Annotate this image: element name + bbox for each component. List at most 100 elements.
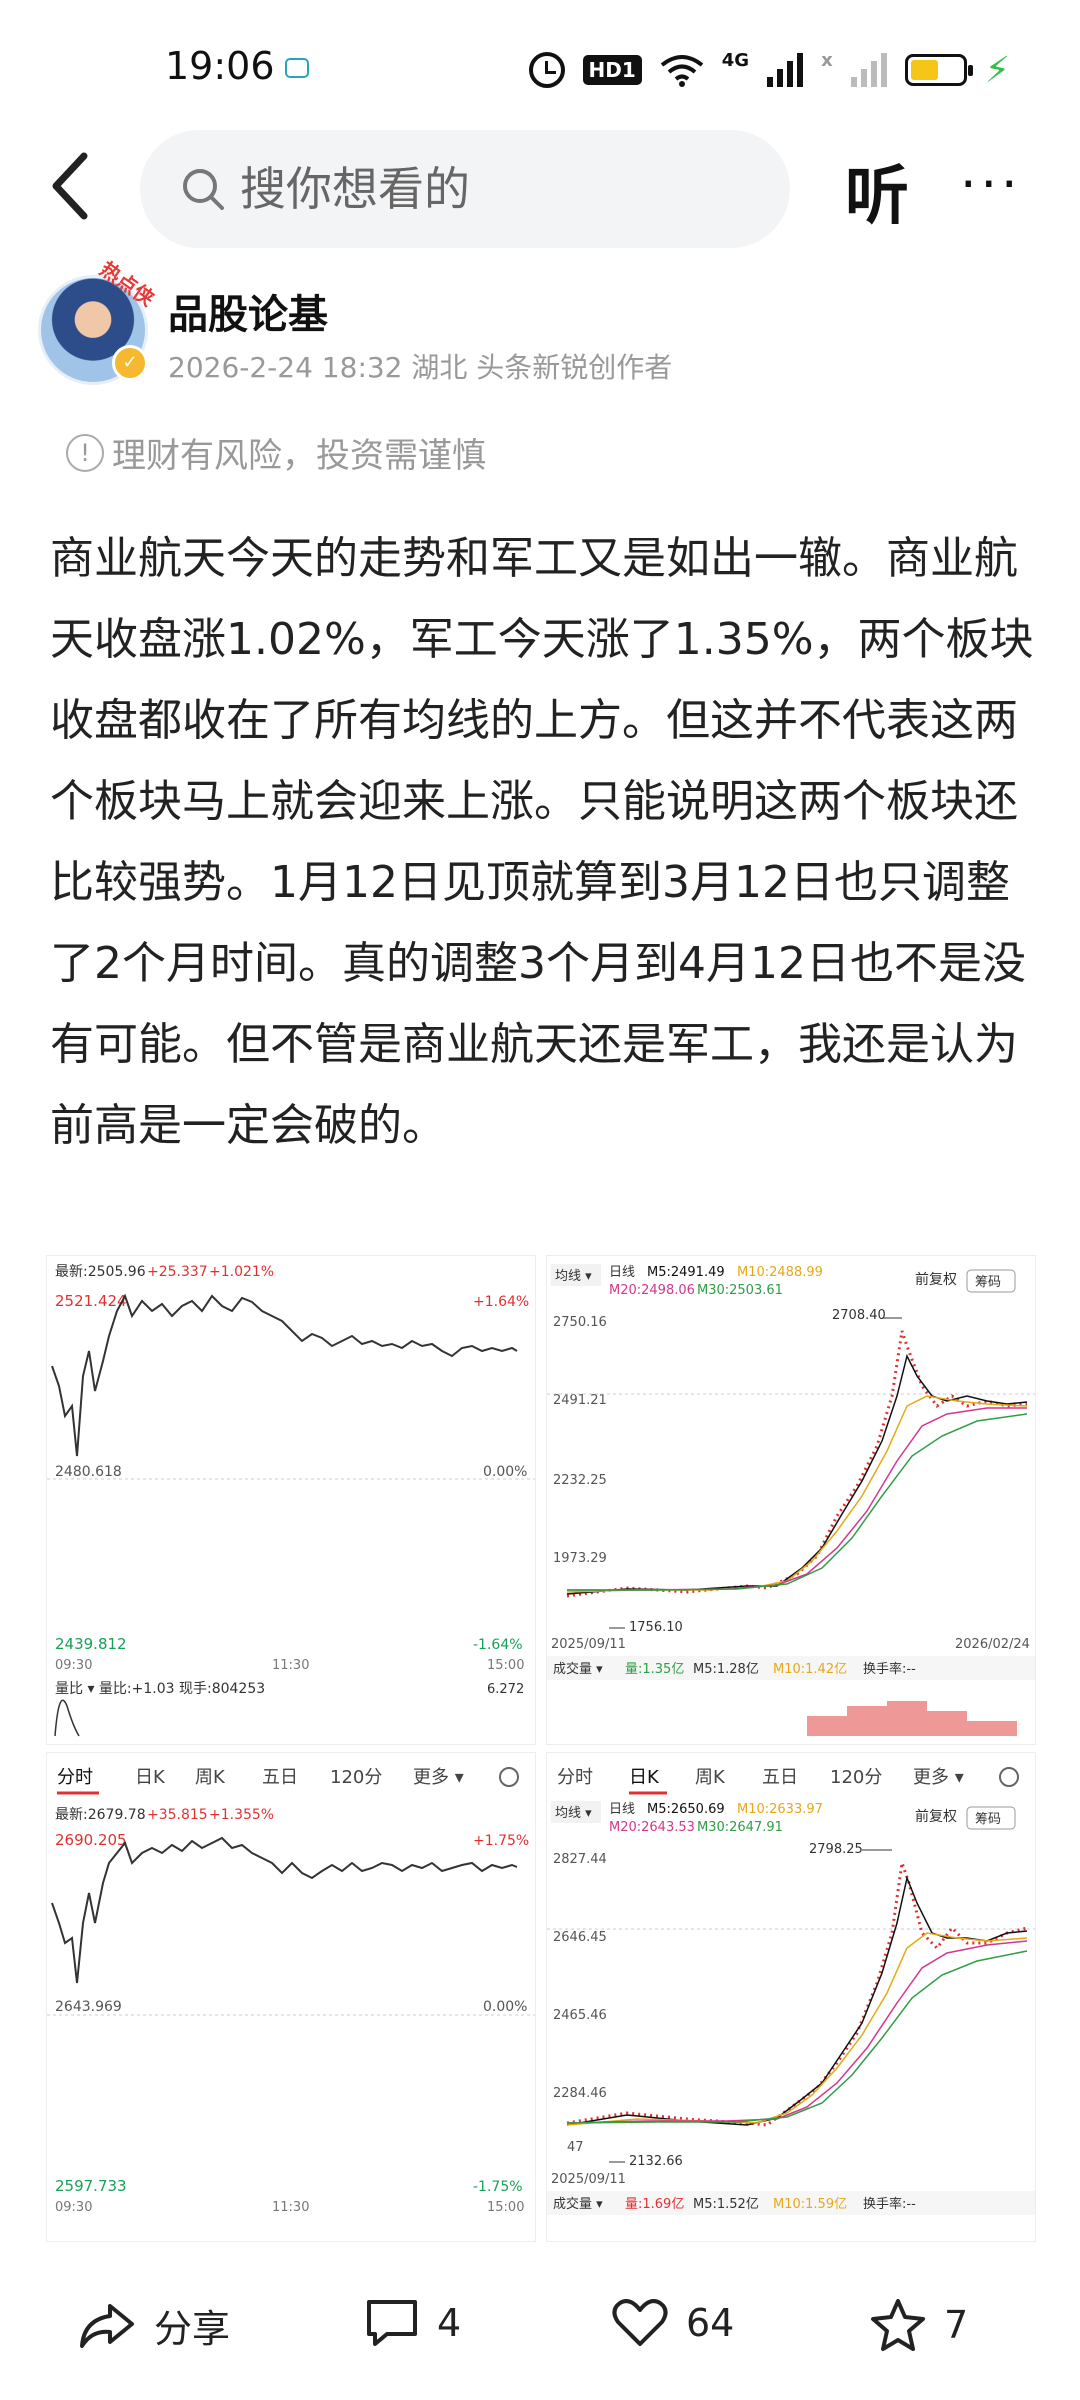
img2-m30: M30:2503.61 (697, 1283, 783, 1298)
action-bar: 分享 4 64 7 (0, 2270, 1080, 2390)
img2-m10: M10:2488.99 (737, 1265, 823, 1280)
back-button[interactable] (44, 150, 104, 222)
img4-y4: 2284.46 (553, 2086, 607, 2101)
img4-vol: 量:1.69亿 (625, 2197, 684, 2212)
verified-badge-icon: ✓ (112, 345, 148, 381)
img2-y2: 2491.21 (553, 1393, 607, 1408)
img2-chip: 筹码 (975, 1274, 1001, 1290)
img3-time-end: 15:00 (487, 2200, 524, 2215)
img4-m5: M5:2650.69 (647, 1802, 725, 1817)
charging-icon: ⚡ (984, 49, 1010, 91)
like-button[interactable]: 64 (612, 2298, 734, 2348)
img3-mid-pct: 0.00% (483, 1999, 527, 2015)
search-bar[interactable] (140, 130, 790, 248)
img1-change: +25.337 (147, 1264, 208, 1280)
more-options-button[interactable]: ··· (960, 159, 1022, 211)
listen-button[interactable]: 听 (845, 145, 909, 237)
img4-m10: M10:2633.97 (737, 1802, 823, 1817)
wifi-icon (660, 55, 704, 87)
comment-icon (367, 2300, 417, 2346)
img2-vol: 量:1.35亿 (625, 1662, 684, 1677)
img1-price-line (51, 1293, 518, 1457)
signal-icon (767, 53, 804, 87)
comment-button[interactable]: 4 (365, 2298, 461, 2348)
img4-m20: M20:2643.53 (609, 1820, 695, 1835)
img4-candles (566, 1862, 1028, 2127)
status-icons: HD1 4G x ⚡ (528, 48, 1010, 92)
img1-pct: +1.021% (209, 1264, 274, 1280)
alarm-icon (528, 52, 565, 88)
risk-warning: ! 理财有风险，投资需谨慎 (66, 428, 486, 477)
battery-icon (904, 54, 973, 86)
search-icon (183, 169, 224, 210)
star-icon (871, 2299, 925, 2351)
img1-bottom-price: 2439.812 (55, 1635, 127, 1653)
risk-warning-text: 理财有风险，投资需谨慎 (112, 436, 486, 476)
img3-change: +35.815 (147, 1807, 208, 1823)
favorite-count: 7 (944, 2303, 969, 2347)
chart-image-2[interactable]: 均线 ▾ 日线 M5:2491.49 M10:2488.99 M20:2498.… (546, 1255, 1036, 1745)
img1-top-price: 2521.424 (55, 1292, 127, 1310)
share-label: 分享 (154, 2307, 231, 2351)
img3-bottom-price: 2597.733 (55, 2177, 127, 2195)
img3-price-line (51, 1836, 518, 1984)
img3-tab-0: 分时 (57, 1767, 93, 1788)
img1-time-start: 09:30 (55, 1658, 92, 1673)
img2-turnover: 换手率:-- (863, 1661, 916, 1677)
img1-time-mid: 11:30 (272, 1658, 309, 1673)
signal-icon-2 (850, 53, 887, 87)
img4-m30: M30:2647.91 (697, 1820, 783, 1835)
img2-y1: 2750.16 (553, 1315, 607, 1330)
img3-latest: 最新:2679.78 (55, 1807, 146, 1823)
img4-low-label: 2132.66 (629, 2154, 683, 2169)
img1-top-pct: +1.64% (473, 1294, 529, 1310)
img3-tab-1: 日K (135, 1767, 166, 1788)
img1-footer: 量比 ▾ 量比:+1.03 现手:804253 (55, 1681, 265, 1697)
author-name[interactable]: 品股论基 (168, 282, 328, 340)
img1-latest: 最新:2505.96 (55, 1264, 146, 1280)
favorite-button[interactable]: 7 (870, 2298, 968, 2352)
img4-tab-1: 日K (629, 1767, 660, 1788)
img3-time-mid: 11:30 (272, 2200, 309, 2215)
img2-vol-m5: M5:1.28亿 (693, 1662, 759, 1677)
post-meta: 2026-2-24 18:32 湖北 头条新锐创作者 (168, 351, 673, 384)
img1-footer-right: 6.272 (487, 1682, 524, 1697)
img2-ma-label: 均线 ▾ (555, 1269, 592, 1284)
img2-m20: M20:2498.06 (609, 1283, 695, 1298)
img4-date-start: 2025/09/11 (551, 2172, 626, 2187)
img4-vol-m10: M10:1.59亿 (773, 2197, 847, 2212)
article-body: 商业航天今天的走势和军工又是如出一辙。商业航天收盘涨1.02%，军工今天涨了1.… (50, 533, 1034, 1151)
img4-tab-0: 分时 (557, 1767, 593, 1788)
img4-turnover: 换手率:-- (863, 2196, 916, 2212)
search-input[interactable] (240, 162, 760, 216)
img3-time-start: 09:30 (55, 2200, 92, 2215)
chart-image-3[interactable]: 分时 日K 周K 五日 120分 更多 ▾ 最新:2679.78 +35.815… (46, 1752, 536, 2242)
img2-candles (566, 1330, 1028, 1598)
img2-date-end: 2026/02/24 (955, 1637, 1030, 1652)
img3-mid-price: 2643.969 (55, 1999, 122, 2015)
like-count: 64 (686, 2301, 735, 2345)
img1-bottom-pct: -1.64% (473, 1637, 523, 1653)
app-notification-icon (285, 58, 309, 78)
info-icon: ! (66, 433, 104, 472)
img1-time-end: 15:00 (487, 1658, 524, 1673)
img2-peak-label: 2708.40 (832, 1308, 886, 1323)
img4-peak-label: 2798.25 (809, 1842, 863, 1857)
img4-vol-m5: M5:1.52亿 (693, 2197, 759, 2212)
img4-tab-3: 五日 (762, 1767, 798, 1788)
img4-chip: 筹码 (975, 1811, 1001, 1827)
img3-pct: +1.355% (209, 1807, 274, 1823)
img2-m5: M5:2491.49 (647, 1265, 725, 1280)
chart-image-1[interactable]: 最新:2505.96 +25.337 +1.021% 2521.424 +1.6… (46, 1255, 536, 1745)
img4-y2: 2646.45 (553, 1930, 607, 1945)
img4-fq: 前复权 (915, 1808, 957, 1825)
img3-tab-3: 五日 (262, 1767, 298, 1788)
img4-period: 日线 (609, 1802, 635, 1817)
img4-y1: 2827.44 (553, 1852, 607, 1867)
chart-image-4[interactable]: 分时 日K 周K 五日 120分 更多 ▾ 均线 ▾ 日线 M5:2650.69… (546, 1752, 1036, 2242)
img4-vol-label: 成交量 ▾ (553, 2196, 603, 2212)
img3-settings-icon (499, 1767, 519, 1787)
comment-count: 4 (437, 2301, 462, 2345)
img2-vol-m10: M10:1.42亿 (773, 1662, 847, 1677)
share-button[interactable]: 分享 (78, 2298, 230, 2353)
